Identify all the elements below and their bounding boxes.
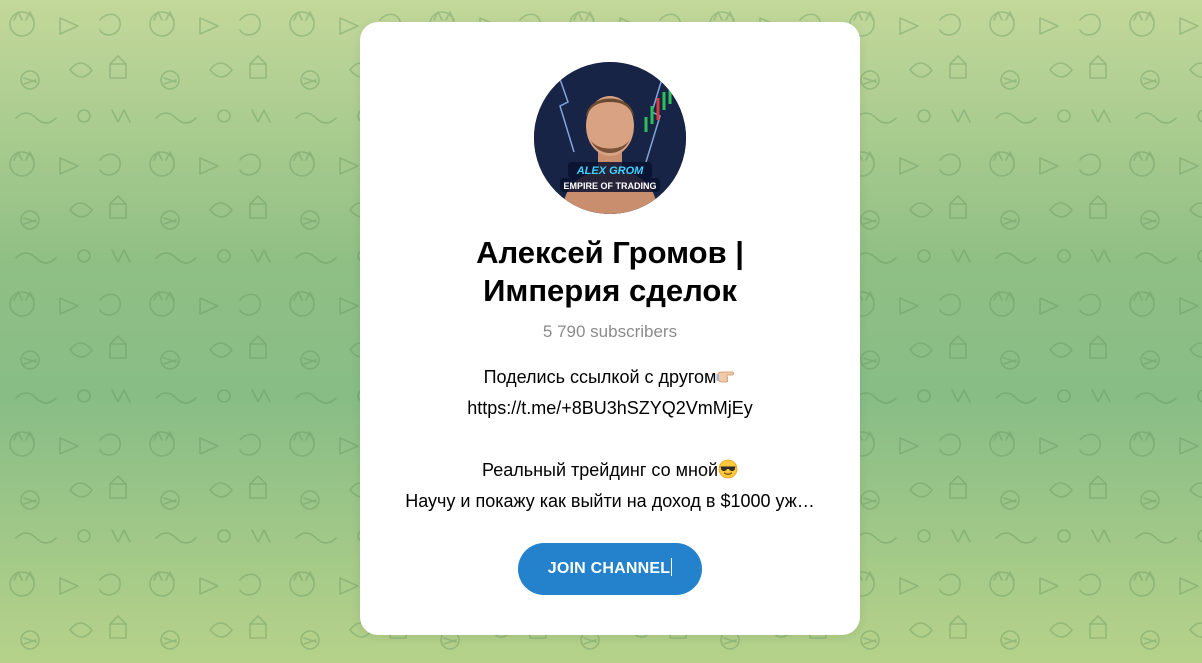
description-line-1-text: Поделись ссылкой с другом — [483, 367, 717, 387]
avatar-overlay-name: ALEX GROM — [576, 165, 644, 177]
description-line-3: Реальный трейдинг со мной — [370, 455, 850, 486]
channel-title-line2: Империя сделок — [483, 273, 737, 308]
avatar-overlay-tagline: EMPIRE OF TRADING — [563, 181, 656, 191]
description-line-2: https://t.me/+8BU3hSZYQ2VmMjEy — [467, 398, 753, 418]
channel-title-line1: Алексей Громов | — [476, 235, 744, 270]
subscriber-count: 5 790 subscribers — [542, 322, 678, 341]
join-channel-button[interactable]: JOIN CHANNEL — [518, 543, 702, 595]
text-cursor — [671, 558, 673, 576]
channel-card: ALEX GROM EMPIRE OF TRADING Алексей Гром… — [360, 22, 860, 635]
join-channel-button-label: JOIN CHANNEL — [547, 560, 671, 577]
channel-title: Алексей Громов | Империя сделок — [390, 234, 830, 310]
description-line-3-text: Реальный трейдинг со мной — [481, 460, 719, 480]
sunglasses-face-icon — [718, 459, 738, 479]
description-line-4: Научу и покажу как выйти на доход в $100… — [405, 491, 815, 511]
description-line-1: Поделись ссылкой с другом — [370, 362, 850, 393]
channel-avatar[interactable]: ALEX GROM EMPIRE OF TRADING — [534, 62, 686, 214]
description-spacer — [370, 424, 850, 455]
pointing-hand-icon — [716, 371, 735, 383]
channel-description: Поделись ссылкой с другом https://t.me/+… — [370, 362, 850, 517]
